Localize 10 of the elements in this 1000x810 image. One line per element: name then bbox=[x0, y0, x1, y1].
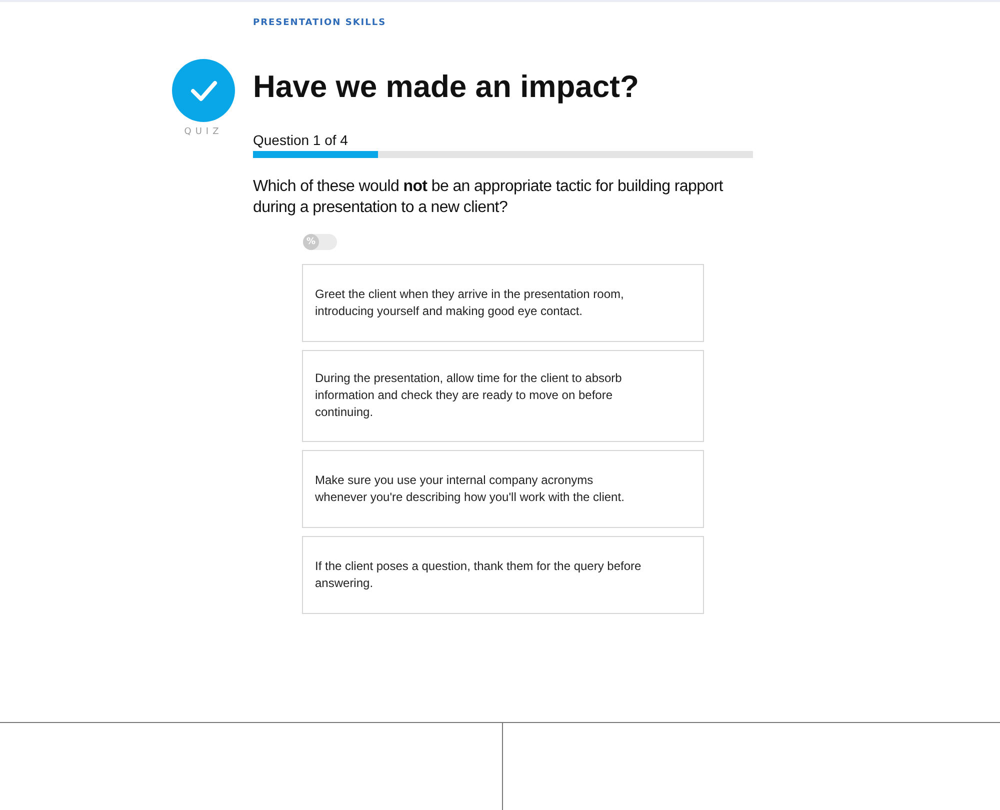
progress-label: Question 1 of 4 bbox=[253, 132, 349, 148]
course-name: PRESENTATION SKILLS bbox=[253, 18, 388, 28]
answer-option[interactable]: During the presentation, allow time for the client to absorb information and check they are ready to move on before continuing. bbox=[302, 350, 704, 442]
question-text: Which of these would not be an appropriate tactic for building rapport during a presentation to a new client? bbox=[253, 177, 724, 218]
quiz-label: QUIZ bbox=[184, 127, 223, 137]
answer-option[interactable]: Make sure you use your internal company acronyms whenever you're describing how you'll work with the client. bbox=[302, 450, 704, 528]
quiz-title: Have we made an impact? bbox=[253, 68, 640, 106]
answer-option[interactable]: Greet the client when they arrive in the presentation room, introducing yourself and making good eye contact. bbox=[302, 264, 704, 342]
checkmark-icon bbox=[190, 80, 218, 102]
answer-option[interactable]: If the client poses a question, thank them for the query before answering. bbox=[302, 536, 704, 614]
